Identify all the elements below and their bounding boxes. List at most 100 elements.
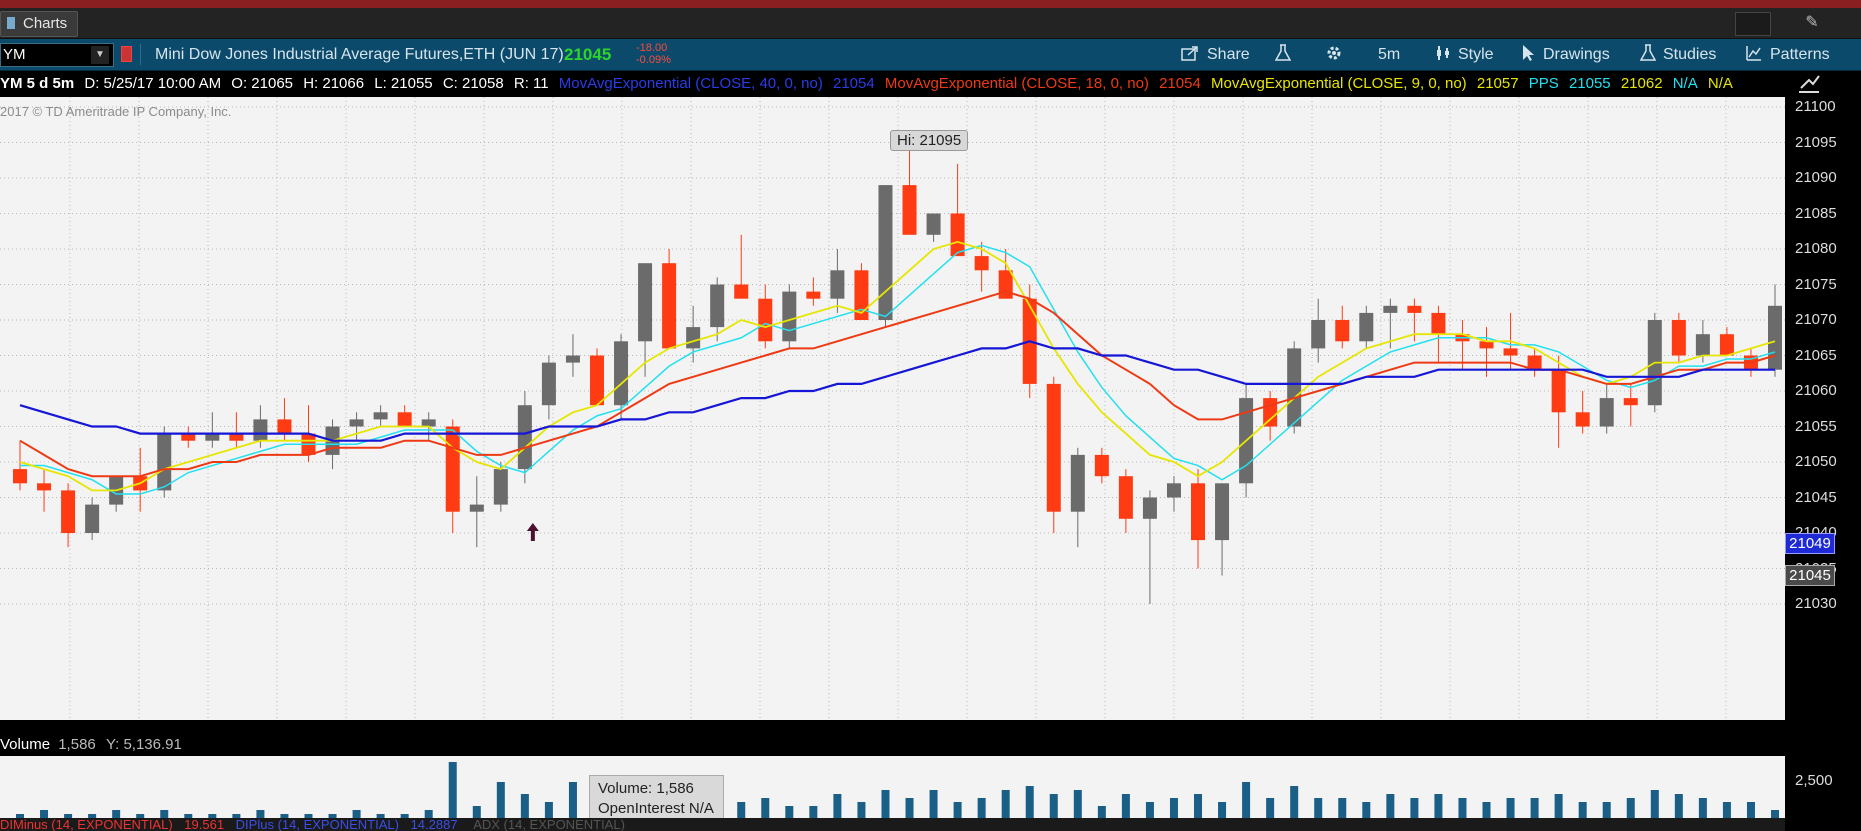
flask-button[interactable] [1274,39,1298,70]
share-button[interactable]: Share [1180,39,1250,70]
ema40-value: 21054 [833,75,875,92]
volume-bar [160,810,169,818]
candle-body [469,504,484,512]
candle-body [1191,483,1206,541]
symbol-text: YM [3,46,26,63]
price-tick-label: 21070 [1795,311,1837,328]
volume-bar [1434,794,1443,818]
candle-body [950,213,965,257]
volume-bar [1242,782,1251,818]
toolbar-separator [140,44,141,65]
candle-body [1503,348,1518,356]
arrow-marker-icon [526,523,539,541]
volume-bar [881,790,890,818]
instrument-name: Mini Dow Jones Industrial Average Future… [155,46,564,63]
candle-body [1142,497,1157,519]
pps-label[interactable]: PPS [1529,75,1559,92]
interval-button[interactable]: 5m [1378,39,1400,70]
price-tick-label: 21100 [1795,98,1836,115]
volume-bar [1650,790,1659,818]
candle-body [421,419,436,427]
style-label: Style [1458,46,1494,63]
studies-label: Studies [1663,46,1717,63]
last-price-label: 21045 [1785,565,1835,586]
symbol-selector[interactable]: YM ▼ [0,43,114,67]
volume-bar [472,806,481,818]
price-tick-label: 21060 [1795,382,1837,399]
candle-body [1287,348,1302,427]
candle-body [565,355,580,363]
volume-bar [256,810,265,818]
candle-body [397,412,412,427]
bar-close: C: 21058 [442,75,504,92]
na-value-2: N/A [1707,75,1733,92]
patterns-label: Patterns [1770,46,1830,63]
na-value-1: N/A [1672,75,1698,92]
volume-bar [1722,802,1731,818]
di-plus-value: 14.2887 [410,818,458,831]
candle-body [1046,383,1061,512]
ema18-value: 21054 [1159,75,1201,92]
link-icon[interactable] [121,46,132,62]
price-scale[interactable]: 21100 21095 21090 21085 21080 21075 21070 21065… [1785,97,1861,720]
window-button[interactable] [1735,12,1771,36]
ema40-label[interactable]: MovAvgExponential (CLOSE, 40, 0, no) [559,75,823,92]
copyright-text: 2017 © TD Ameritrade IP Company, Inc. [0,104,232,119]
patterns-button[interactable]: Patterns [1745,39,1830,70]
study-bar-right [1785,71,1861,97]
candle-body [1263,398,1278,427]
share-icon [1181,46,1198,61]
volume-bar [112,810,121,818]
patterns-icon [1746,46,1761,61]
price-tick-label: 21050 [1795,453,1837,470]
price-chart-canvas [0,97,1785,720]
volume-bar [761,798,770,818]
price-tick-label: 21080 [1795,240,1837,257]
volume-bar [1338,798,1347,818]
volume-bar [1266,798,1275,818]
candle-body [1166,483,1181,498]
price-tick-label: 21085 [1795,204,1837,222]
expand-chart-icon[interactable] [1795,72,1825,96]
panel-divider[interactable] [0,720,1861,734]
volume-bar [785,806,794,818]
dmi-study-bar: DIMinus (14, EXPONENTIAL) 19.561 DIPlus … [0,818,1785,831]
high-tag: Hi: 21095 [890,130,969,151]
charts-tab-label: Charts [23,15,68,32]
candle-body [349,419,364,427]
ema18-label[interactable]: MovAvgExponential (CLOSE, 18, 0, no) [885,75,1149,92]
price-chart[interactable]: 2017 © TD Ameritrade IP Company, Inc. Hi… [0,97,1785,720]
volume-bar [977,798,986,818]
charts-tab[interactable]: Charts [0,11,79,37]
studies-button[interactable]: Studies [1639,39,1717,70]
candle-body [662,263,677,349]
pin-icon[interactable]: ✎ [1790,12,1834,34]
candle-body [1695,334,1710,356]
volume-bar [1121,794,1130,818]
tooltip-volume: Volume: 1,586 [598,780,694,797]
candle-body [1623,398,1638,406]
volume-bar [857,802,866,818]
settings-button[interactable] [1325,39,1350,70]
bar-date: D: 5/25/17 10:00 AM [84,75,222,92]
drawings-button[interactable]: Drawings [1520,39,1610,70]
chevron-down-icon[interactable]: ▼ [91,46,109,64]
volume-bar [1025,786,1034,818]
volume-bar [1362,802,1371,818]
style-button[interactable]: Style [1435,39,1494,70]
volume-bar [1771,810,1779,818]
volume-panel[interactable] [0,756,1785,818]
volume-bar [929,790,938,818]
ema9-label[interactable]: MovAvgExponential (CLOSE, 9, 0, no) [1211,75,1467,92]
change-value: -18.00 [636,42,668,54]
price-tick-label: 21095 [1795,133,1837,151]
volume-bar [833,794,842,818]
bar-low: L: 21055 [374,75,433,92]
volume-bar [1578,802,1587,818]
candle-body [758,298,773,342]
price-change: -18.00 -0.09% [636,42,671,66]
volume-bar [1458,798,1467,818]
volume-bar [448,762,457,818]
change-percent: -0.09% [636,54,671,66]
volume-bar [1218,802,1227,818]
